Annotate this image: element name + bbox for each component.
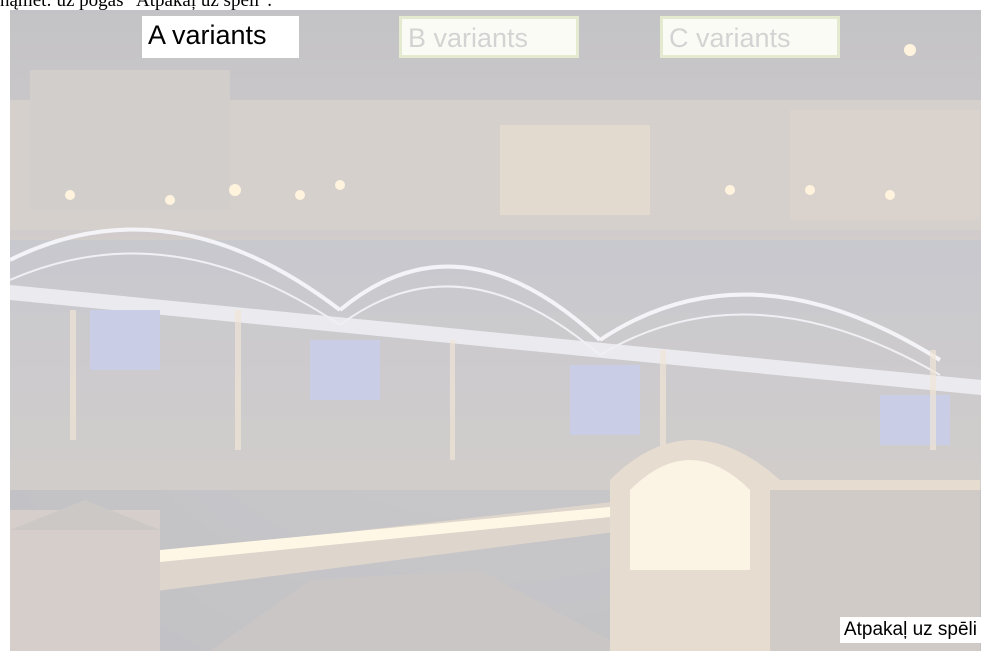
variant-c-button[interactable]: C variants — [660, 16, 840, 58]
white-overlay — [10, 10, 981, 651]
background-photo — [10, 10, 981, 651]
back-to-game-button[interactable]: Atpakaļ uz spēli — [839, 617, 981, 643]
variant-a-button[interactable]: A variants — [142, 16, 299, 58]
variant-b-button[interactable]: B variants — [399, 16, 579, 58]
